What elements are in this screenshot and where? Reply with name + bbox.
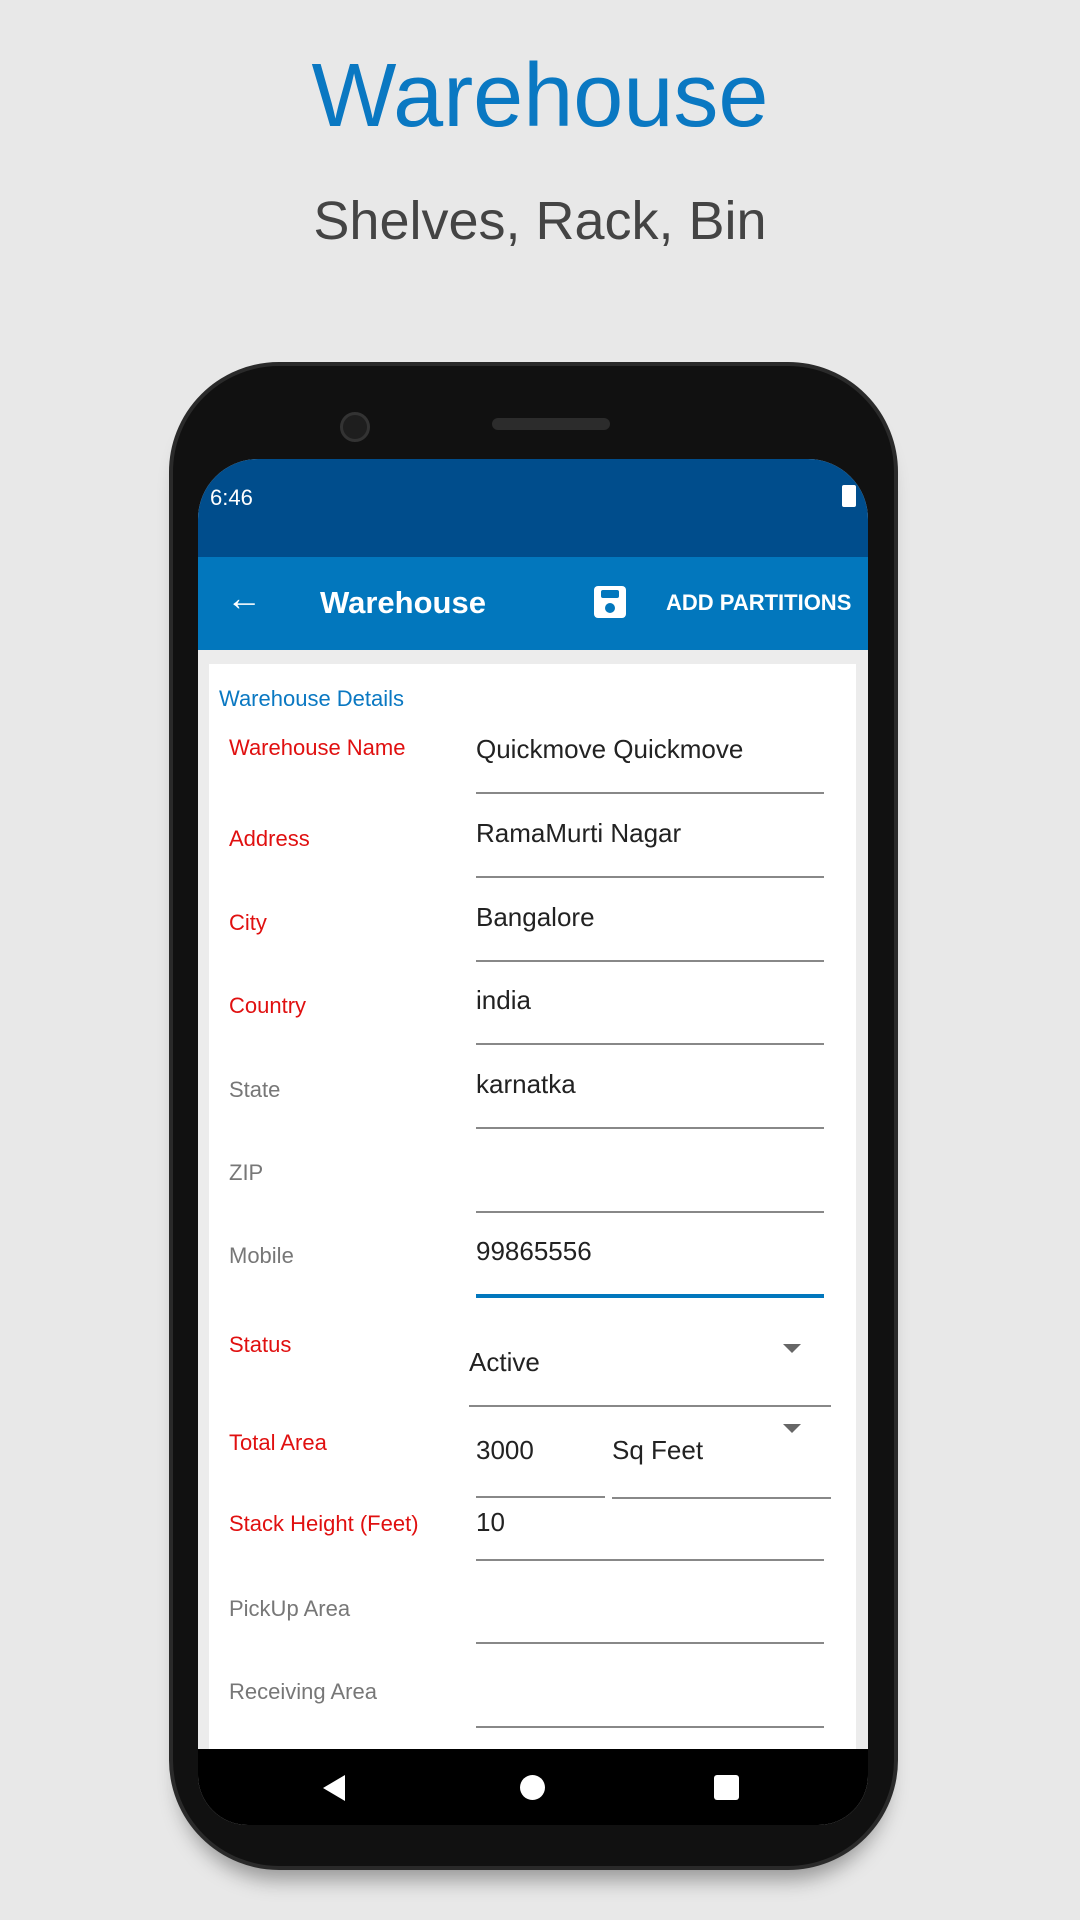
label-stack-height: Stack Height (Feet)	[229, 1511, 419, 1536]
dropdown-underline	[612, 1497, 831, 1499]
receiving-area-input[interactable]	[476, 1672, 824, 1712]
zip-input[interactable]	[476, 1152, 824, 1192]
toolbar-title: Warehouse	[320, 585, 486, 620]
battery-icon	[842, 485, 856, 507]
pickup-area-input[interactable]	[476, 1589, 824, 1629]
label-address: Address	[229, 826, 310, 851]
nav-back-icon[interactable]	[323, 1775, 345, 1801]
camera-icon	[340, 412, 370, 442]
warehouse-name-input[interactable]: Quickmove Quickmove	[476, 734, 743, 765]
dropdown-arrow-icon[interactable]	[783, 1424, 801, 1433]
label-mobile: Mobile	[229, 1243, 294, 1268]
status-dropdown[interactable]: Active	[469, 1347, 540, 1378]
nav-recents-icon[interactable]	[714, 1775, 739, 1800]
input-underline	[476, 1496, 605, 1498]
state-input[interactable]: karnatka	[476, 1069, 576, 1100]
app-toolbar: ← Warehouse ADD PARTITIONS	[198, 557, 868, 650]
add-partitions-button[interactable]: ADD PARTITIONS	[666, 590, 851, 616]
hero-subtitle: Shelves, Rack, Bin	[313, 191, 767, 251]
input-underline	[476, 876, 824, 878]
save-icon[interactable]	[594, 586, 626, 618]
input-underline	[476, 1127, 824, 1129]
section-title: Warehouse Details	[219, 686, 405, 711]
input-underline	[476, 1211, 824, 1213]
input-underline	[476, 960, 824, 962]
city-input[interactable]: Bangalore	[476, 902, 595, 933]
navigation-bar	[198, 1749, 868, 1825]
input-underline	[476, 1043, 824, 1045]
input-underline	[476, 1642, 824, 1644]
input-underline	[476, 1559, 824, 1561]
mobile-input[interactable]: 99865556	[476, 1236, 592, 1267]
phone-screen: 6:46 ← Warehouse ADD PARTITIONS Warehous…	[198, 459, 868, 1825]
total-area-input[interactable]: 3000	[476, 1435, 534, 1466]
input-underline	[476, 792, 824, 794]
label-receiving-area: Receiving Area	[229, 1679, 377, 1704]
hero-title: Warehouse	[311, 46, 769, 146]
stack-height-input[interactable]: 10	[476, 1507, 505, 1538]
status-time: 6:46	[210, 485, 253, 510]
label-zip: ZIP	[229, 1160, 264, 1185]
area-unit-dropdown[interactable]: Sq Feet	[612, 1435, 703, 1466]
input-underline	[476, 1726, 824, 1728]
status-bar: 6:46	[198, 459, 868, 557]
label-pickup-area: PickUp Area	[229, 1596, 351, 1621]
input-underline-focused	[476, 1294, 824, 1298]
speaker-grille	[492, 418, 610, 430]
back-arrow-icon[interactable]: ←	[226, 577, 262, 619]
country-input[interactable]: india	[476, 985, 531, 1016]
label-city: City	[229, 910, 267, 935]
label-country: Country	[229, 993, 307, 1018]
dropdown-underline	[469, 1405, 831, 1407]
label-total-area: Total Area	[229, 1430, 327, 1455]
label-status: Status	[229, 1332, 292, 1357]
label-state: State	[229, 1077, 281, 1102]
label-warehouse-name: Warehouse Name	[229, 735, 406, 760]
nav-home-icon[interactable]	[520, 1775, 545, 1800]
address-input[interactable]: RamaMurti Nagar	[476, 818, 681, 849]
dropdown-arrow-icon[interactable]	[783, 1344, 801, 1353]
warehouse-details-card: Warehouse Details Warehouse Name Quickmo…	[209, 664, 856, 1764]
